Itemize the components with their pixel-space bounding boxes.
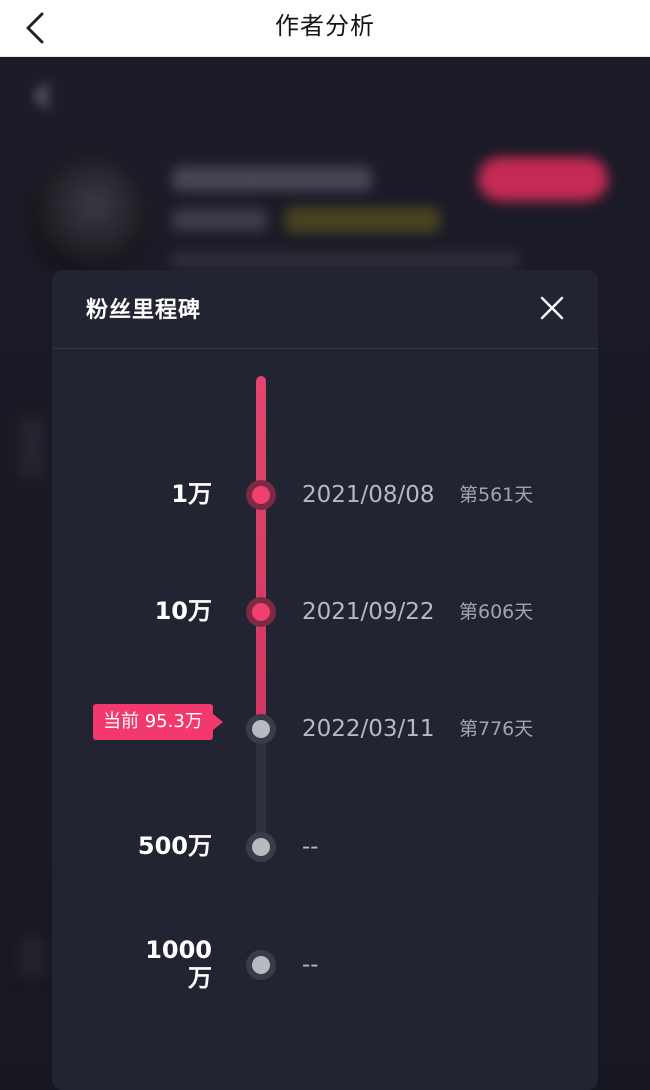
background-back-icon (35, 84, 50, 108)
milestone-date: -- (302, 952, 319, 978)
milestone-label: 1000 万 (52, 936, 212, 992)
milestone-date: -- (302, 834, 319, 860)
follow-button (478, 157, 608, 201)
milestone-label: 10万 (154, 597, 212, 625)
milestone-date: 2022/03/11 (302, 716, 435, 742)
milestone-row: 10万 2021/09/22 第606天 (0, 593, 650, 633)
milestone-dot (246, 950, 276, 980)
milestone-dot (246, 714, 276, 744)
milestone-row: 1000 万 -- (0, 936, 650, 1006)
milestone-dot (246, 832, 276, 862)
timeline-progress (256, 376, 266, 731)
blurred-author-name (172, 167, 372, 191)
milestone-day: 第776天 (459, 718, 534, 740)
milestone-label: 1万 (171, 480, 212, 508)
page-title: 作者分析 (275, 12, 375, 40)
modal-title: 粉丝里程碑 (86, 298, 202, 323)
milestone-date: 2021/08/08 (302, 482, 435, 508)
modal-header: 粉丝里程碑 (52, 270, 598, 349)
milestone-label-line: 万 (188, 964, 212, 992)
close-icon[interactable] (536, 292, 568, 324)
milestone-day: 第606天 (459, 601, 534, 623)
milestone-date: 2021/09/22 (302, 599, 435, 625)
milestone-dot (246, 597, 276, 627)
milestone-label-line: 1000 (145, 936, 212, 964)
milestone-row: 2022/03/11 第776天 (0, 710, 650, 750)
milestone-label: 500万 (137, 832, 212, 860)
avatar (28, 157, 148, 277)
blurred-side-element (20, 417, 44, 477)
milestone-day: 第561天 (459, 484, 534, 506)
blurred-stats-text (170, 252, 520, 268)
blurred-info-text (172, 209, 267, 231)
milestone-row: 500万 -- (0, 828, 650, 868)
blurred-badge (285, 207, 440, 233)
top-nav-bar: 作者分析 (0, 0, 650, 57)
milestone-row: 1万 2021/08/08 第561天 (0, 476, 650, 516)
milestone-dot (246, 480, 276, 510)
